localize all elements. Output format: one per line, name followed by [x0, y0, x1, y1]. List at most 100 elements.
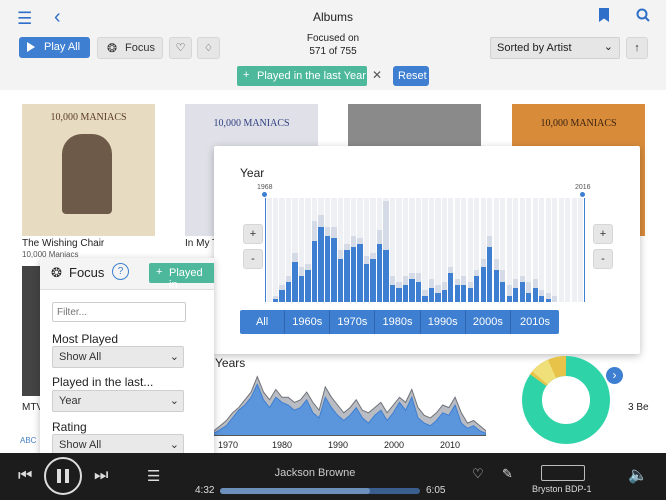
year-bar[interactable]: [311, 241, 318, 302]
year-bar[interactable]: [389, 284, 396, 302]
year-bar[interactable]: [357, 244, 363, 302]
sort-direction-button[interactable]: ↑: [626, 37, 648, 59]
year-start: 1968: [257, 184, 273, 191]
year-bar[interactable]: [324, 235, 331, 302]
year-bar[interactable]: [467, 287, 473, 302]
now-playing-artist[interactable]: Jackson Browne: [245, 467, 385, 479]
decade-all[interactable]: All: [240, 310, 286, 334]
year-bar[interactable]: [500, 281, 506, 302]
zoom-out-left-button[interactable]: -: [243, 249, 263, 269]
year-bar[interactable]: [545, 299, 551, 302]
year-bar[interactable]: [461, 284, 467, 302]
year-bar[interactable]: [519, 281, 525, 302]
chevron-right-icon[interactable]: ›: [606, 367, 623, 384]
previous-icon[interactable]: ⏮: [18, 467, 32, 485]
year-bar[interactable]: [493, 270, 499, 302]
focus-filter-input[interactable]: [52, 302, 186, 322]
year-bar[interactable]: [337, 258, 344, 302]
year-bar[interactable]: [305, 270, 311, 302]
zoom-in-left-button[interactable]: +: [243, 224, 263, 244]
zoom-in-right-button[interactable]: +: [593, 224, 613, 244]
help-icon[interactable]: ?: [112, 263, 129, 280]
decade-1970s[interactable]: 1970s: [330, 310, 376, 334]
zone-name[interactable]: Bryston BDP-1: [532, 484, 592, 494]
heart-icon[interactable]: ♡: [472, 466, 484, 482]
decade-2010s[interactable]: 2010s: [510, 310, 559, 334]
queue-icon[interactable]: ☰: [147, 467, 160, 485]
sort-select[interactable]: Sorted by Artist ⌄: [490, 37, 620, 59]
album-title[interactable]: 3 Be: [628, 402, 649, 413]
year-bar-background: [565, 198, 571, 302]
album-art[interactable]: 10,000 MANIACS: [22, 104, 155, 236]
zoom-out-right-button[interactable]: -: [593, 249, 613, 269]
year-bar[interactable]: [383, 250, 389, 302]
heart-button[interactable]: ♡: [169, 37, 192, 59]
range-handle-end[interactable]: [580, 192, 585, 197]
year-bar[interactable]: [422, 296, 428, 302]
album-title[interactable]: The Wishing Chair: [22, 238, 104, 249]
play-icon: [27, 42, 35, 52]
tag-button[interactable]: ♢: [197, 37, 220, 59]
elapsed-time: 4:32: [195, 485, 215, 496]
year-bar[interactable]: [350, 247, 357, 302]
year-bar[interactable]: [441, 290, 447, 302]
decade-1980s[interactable]: 1980s: [375, 310, 421, 334]
year-bar[interactable]: [318, 226, 324, 302]
year-bar[interactable]: [415, 281, 422, 302]
year-bar[interactable]: [539, 296, 545, 302]
decade-2000s[interactable]: 2000s: [465, 310, 511, 334]
bookmark-icon[interactable]: [599, 8, 609, 22]
year-histogram[interactable]: [265, 198, 585, 302]
years-axis: 1970 1980 1990 2000 2010: [214, 440, 486, 452]
back-icon[interactable]: ‹: [54, 6, 61, 29]
year-bar[interactable]: [448, 273, 454, 302]
year-bar[interactable]: [480, 267, 486, 302]
played-in-last-select[interactable]: Year ⌄: [52, 390, 184, 412]
year-bar[interactable]: [344, 250, 350, 302]
year-bar[interactable]: [506, 296, 512, 302]
focus-button[interactable]: ❂ Focus: [97, 37, 163, 59]
year-bar[interactable]: [396, 287, 402, 302]
year-bar[interactable]: [279, 290, 285, 302]
year-bar[interactable]: [363, 264, 370, 302]
year-bar[interactable]: [487, 247, 493, 302]
year-bar[interactable]: [370, 258, 376, 302]
year-bar[interactable]: [474, 276, 480, 302]
year-bar[interactable]: [526, 293, 532, 302]
year-bar[interactable]: [428, 287, 435, 302]
year-bar[interactable]: [292, 261, 298, 302]
album-art[interactable]: [22, 266, 42, 396]
search-icon[interactable]: [636, 8, 650, 25]
zone-settings-icon[interactable]: ✎: [502, 466, 513, 482]
filter-chip[interactable]: + Played in the last Year: [237, 66, 367, 86]
year-bar[interactable]: [285, 281, 292, 302]
play-all-button[interactable]: Play All: [19, 37, 90, 58]
volume-icon[interactable]: 🔈: [628, 465, 648, 485]
year-bar[interactable]: [409, 278, 415, 302]
year-bar[interactable]: [513, 287, 519, 302]
most-played-select[interactable]: Show All ⌄: [52, 346, 184, 368]
zone-device-icon[interactable]: [541, 465, 585, 481]
year-bar[interactable]: [532, 287, 538, 302]
decade-1960s[interactable]: 1960s: [285, 310, 331, 334]
pause-button[interactable]: [44, 457, 82, 495]
year-bar[interactable]: [435, 293, 441, 302]
seek-slider[interactable]: [220, 488, 420, 494]
year-bar[interactable]: [272, 299, 279, 302]
year-bar[interactable]: [454, 284, 460, 302]
focus-panel-header: ❂ Focus ? + Played in: [40, 258, 214, 291]
played-in-button[interactable]: + Played in: [149, 263, 214, 291]
year-bar[interactable]: [298, 276, 305, 302]
year-bar[interactable]: [376, 244, 383, 302]
menu-icon[interactable]: ☰: [17, 9, 32, 29]
next-icon[interactable]: ⏭: [94, 467, 108, 485]
decade-1990s[interactable]: 1990s: [420, 310, 466, 334]
reset-button[interactable]: Reset: [393, 66, 429, 86]
year-bar-background: [578, 198, 584, 302]
close-icon[interactable]: ✕: [372, 68, 382, 82]
year-bar[interactable]: [402, 284, 409, 302]
year-title: Year: [240, 166, 265, 180]
year-bar-background: [539, 198, 545, 302]
year-bar[interactable]: [331, 238, 337, 302]
range-handle-start[interactable]: [262, 192, 267, 197]
